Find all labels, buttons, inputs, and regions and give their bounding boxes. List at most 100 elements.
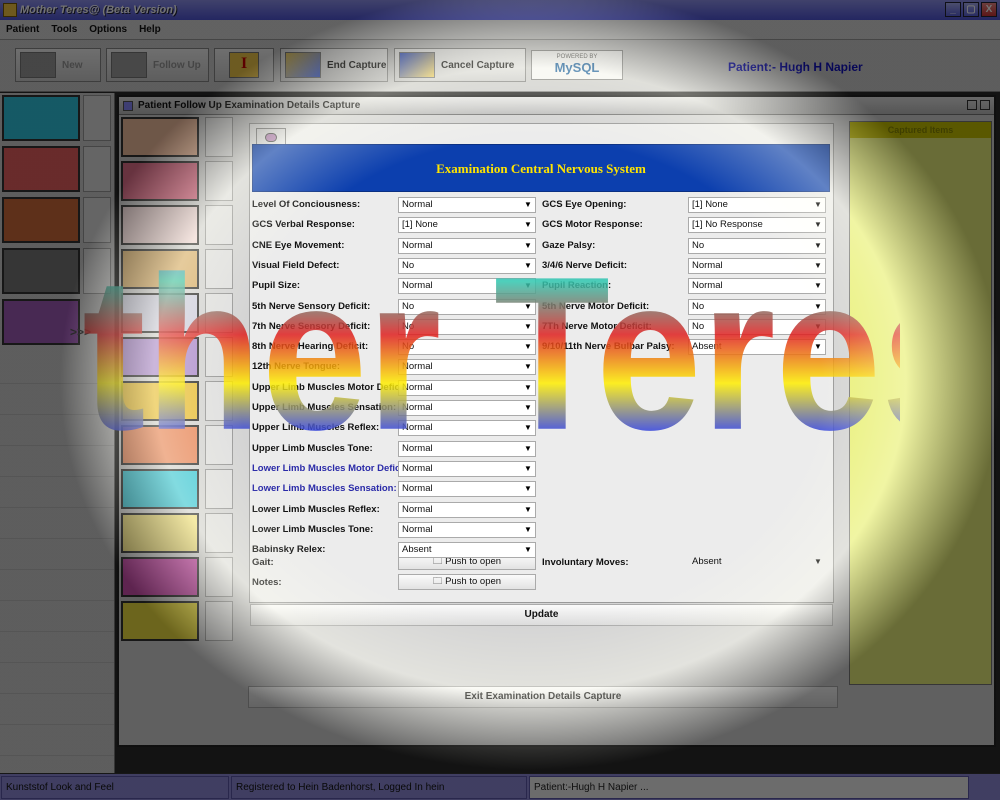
involuntary-moves-value: Absent [692,556,722,567]
nav-item-medication[interactable] [2,299,80,347]
strip-item-cns[interactable] [121,293,233,333]
strip-side-button[interactable] [205,381,233,421]
chevron-down-icon: ▼ [524,444,532,453]
strip-side-button[interactable] [205,337,233,377]
field-label: Babinsky Relex: [252,544,326,555]
field-select[interactable]: Normal ▼ [398,522,536,538]
close-button[interactable]: X [981,2,997,17]
nav-item-examination[interactable] [2,146,111,194]
skeleton-icon [121,337,199,377]
notes-push-button[interactable]: 🗀 Push to open [398,574,536,590]
nav-item-investigation[interactable] [2,248,111,296]
strip-side-button[interactable] [205,469,233,509]
strip-side-button[interactable] [205,425,233,465]
chevron-down-icon: ▼ [524,423,532,432]
field-select[interactable]: Normal ▼ [398,197,536,213]
field-select[interactable]: Normal ▼ [398,420,536,436]
strip-item-resp[interactable] [121,205,233,245]
menu-options[interactable]: Options [83,24,133,35]
chevron-down-icon: ▼ [524,322,532,331]
field-value: Absent [402,544,432,555]
field-select[interactable]: No ▼ [398,319,536,335]
cancel-capture-button[interactable]: Cancel Capture [394,48,526,82]
end-capture-button[interactable]: End Capture [280,48,388,82]
nav-side-button[interactable] [83,146,111,192]
follow-up-button[interactable]: Follow Up [106,48,209,82]
field-select[interactable]: Normal ▼ [398,461,536,477]
field-select[interactable]: Normal ▼ [688,258,826,274]
chevron-down-icon: ▼ [524,525,532,534]
field-select[interactable]: No ▼ [688,299,826,315]
field-value: Normal [402,361,433,372]
field-select[interactable]: No ▼ [688,238,826,254]
strip-item-blood[interactable] [121,469,233,509]
field-select[interactable]: Normal ▼ [398,441,536,457]
gender-symbols-icon [121,557,199,597]
update-button[interactable]: Update [250,604,833,626]
field-select[interactable]: [1] No Response ▼ [688,217,826,233]
menu-help[interactable]: Help [133,24,167,35]
chevron-down-icon: ▼ [524,362,532,371]
field-value: Normal [402,240,433,251]
exit-capture-button[interactable]: Exit Examination Details Capture [248,686,838,708]
field-select[interactable]: Absent ▼ [688,339,826,355]
frame-maximize-icon[interactable] [980,100,990,110]
field-select[interactable]: Normal ▼ [398,502,536,518]
field-select[interactable]: No ▼ [398,339,536,355]
nav-side-button[interactable] [83,248,111,294]
nav-item-patient[interactable] [2,95,111,143]
field-label: 5th Nerve Sensory Deficit: [252,301,371,312]
strip-item-other[interactable] [121,601,233,641]
strip-item-gender[interactable] [121,557,233,597]
menu-tools[interactable]: Tools [45,24,83,35]
strip-item-skin[interactable] [121,381,233,421]
field-select[interactable]: No ▼ [398,299,536,315]
chevron-down-icon: ▼ [524,241,532,250]
nav-side-button[interactable] [83,95,111,141]
nav-item-history[interactable] [2,197,111,245]
strip-item-cvs[interactable] [121,161,233,201]
chevron-down-icon: ▼ [524,464,532,473]
field-select[interactable]: Normal ▼ [398,400,536,416]
field-select[interactable]: Normal ▼ [398,380,536,396]
strip-item-head[interactable] [121,117,233,157]
field-select[interactable]: No ▼ [398,258,536,274]
strip-side-button[interactable] [205,205,233,245]
field-label: Lower Limb Muscles Sensation: [252,483,397,494]
mysql-text: MySQL [554,60,600,75]
field-select[interactable]: Normal ▼ [398,359,536,375]
strip-side-button[interactable] [205,117,233,157]
nav-side-button[interactable] [83,197,111,243]
minimize-button[interactable]: _ [945,2,961,17]
new-button[interactable]: New [15,48,101,82]
strip-side-button[interactable] [205,557,233,597]
field-label: Visual Field Defect: [252,260,340,271]
field-select[interactable]: [1] None ▼ [398,217,536,233]
info-button[interactable]: I [214,48,274,82]
strip-side-button[interactable] [205,293,233,333]
field-select[interactable]: [1] None ▼ [688,197,826,213]
field-label: GCS Eye Opening: [542,199,627,210]
chevron-down-icon: ▼ [524,200,532,209]
frame-restore-icon[interactable] [967,100,977,110]
strip-side-button[interactable] [205,513,233,553]
menu-patient[interactable]: Patient [0,24,45,35]
chevron-down-icon: ▼ [814,241,822,250]
field-select[interactable]: Normal ▼ [688,278,826,294]
examination-icon [2,146,80,192]
strip-side-button[interactable] [205,161,233,201]
involuntary-moves-select[interactable]: Absent ▼ [688,554,826,570]
strip-side-button[interactable] [205,601,233,641]
strip-side-button[interactable] [205,249,233,289]
strip-item-abdomen[interactable] [121,249,233,289]
field-select[interactable]: Normal ▼ [398,278,536,294]
strip-item-breast[interactable] [121,425,233,465]
strip-item-msk[interactable] [121,337,233,377]
field-select[interactable]: No ▼ [688,319,826,335]
strip-item-eyes[interactable] [121,513,233,553]
exam-image-strip [121,117,236,677]
field-select[interactable]: Normal ▼ [398,238,536,254]
field-select[interactable]: Normal ▼ [398,481,536,497]
maximize-button[interactable]: ▢ [963,2,979,17]
field-select[interactable]: Absent ▼ [398,542,536,558]
